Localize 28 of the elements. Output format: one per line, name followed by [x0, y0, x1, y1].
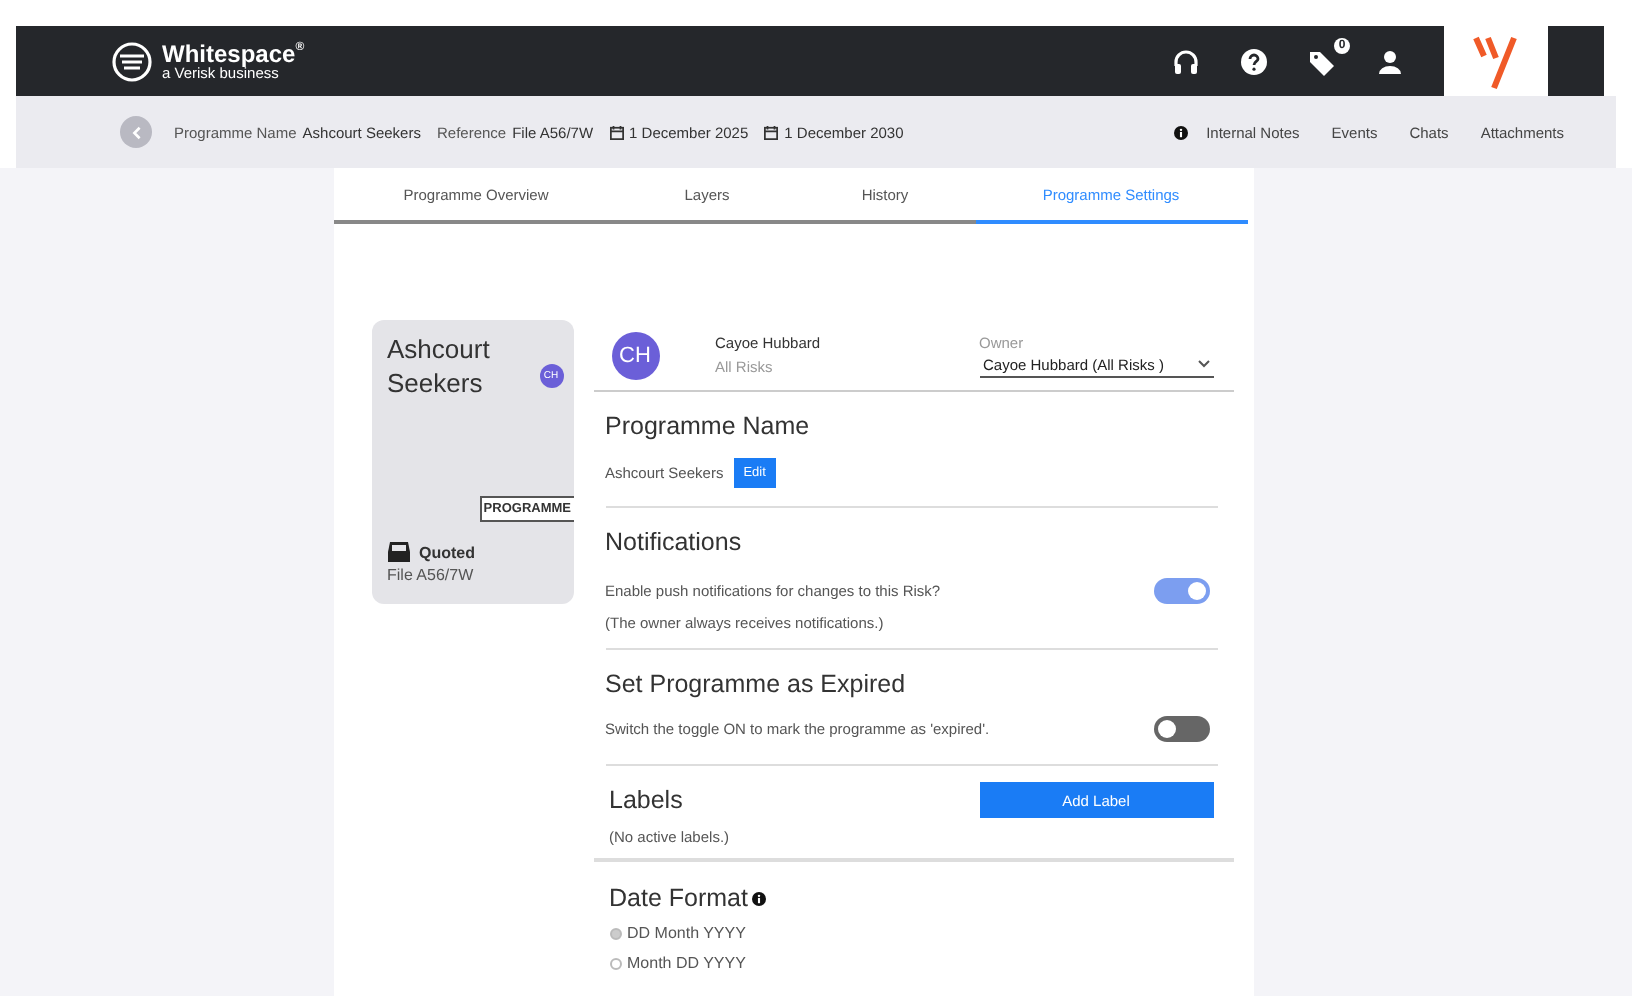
section-heading: Labels — [609, 786, 683, 814]
inbox-icon — [387, 542, 409, 562]
owner-avatar: CH — [611, 331, 659, 379]
user-icon[interactable] — [1376, 47, 1404, 75]
card-title: Ashcourt Seekers — [387, 332, 492, 400]
info-icon — [1174, 125, 1189, 139]
toggle-switch[interactable] — [1153, 578, 1209, 604]
file-reference: File A56/7W — [387, 566, 476, 584]
date-format-option[interactable]: Month DD YYYY — [609, 954, 1217, 972]
logo-icon — [112, 41, 152, 81]
headset-icon[interactable] — [1172, 47, 1200, 75]
help-icon[interactable] — [1240, 47, 1268, 75]
info-icon — [751, 891, 766, 905]
toggle-switch[interactable] — [1153, 716, 1209, 742]
radio-button[interactable] — [609, 957, 621, 969]
status-text: Quoted — [419, 543, 475, 561]
company-logo[interactable] — [1444, 26, 1548, 96]
calendar-icon — [609, 125, 624, 139]
date-format-option[interactable]: DD Month YYYY — [609, 924, 1217, 942]
section-heading: Notifications — [605, 528, 744, 556]
section-heading: Programme Name — [605, 412, 812, 440]
radio-button[interactable] — [609, 927, 621, 939]
section-heading: Date Format — [609, 884, 748, 912]
chevron-icon — [1197, 360, 1209, 368]
tag-icon[interactable] — [1308, 47, 1336, 75]
section-heading: Set Programme as Expired — [605, 670, 908, 698]
chevron-left-icon — [129, 125, 143, 139]
calendar-icon — [764, 125, 779, 139]
